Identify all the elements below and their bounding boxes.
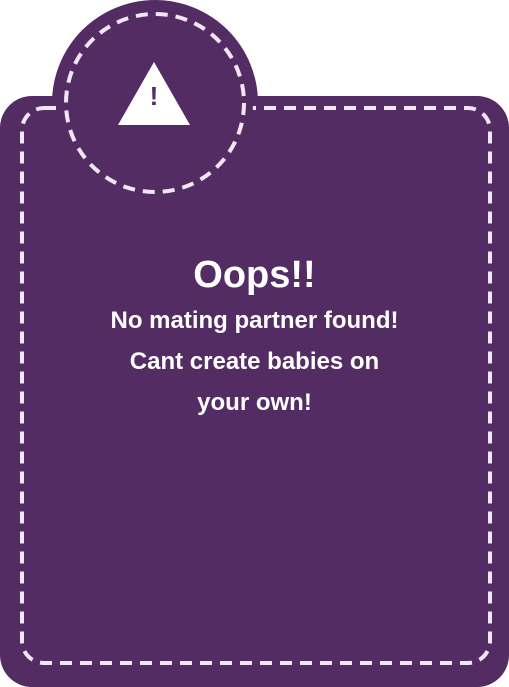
dialog-line-1: No mating partner found! [110, 307, 399, 334]
dialog-line-3: your own! [197, 389, 312, 416]
warning-exclamation: ! [149, 81, 159, 111]
dialog-title: Oops!! [193, 254, 316, 296]
dialog-line-2: Cant create babies on [129, 348, 380, 375]
dialog-message: Oops!! No mating partner found! Cant cre… [20, 250, 489, 423]
error-dialog: ! Oops!! No mating partner found! Cant c… [0, 0, 509, 687]
